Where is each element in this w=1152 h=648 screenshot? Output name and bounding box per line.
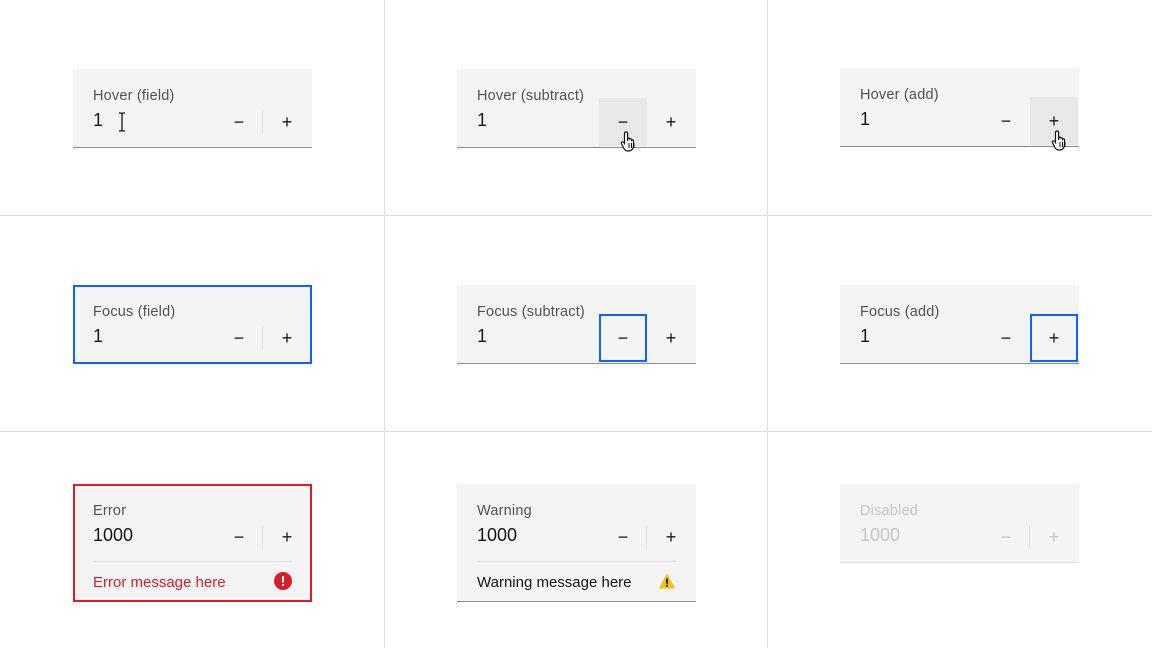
number-input-hover-subtract[interactable]: Hover (subtract) 1 − + xyxy=(457,69,696,152)
increment-button[interactable]: + xyxy=(647,314,695,362)
increment-button: + xyxy=(1030,513,1078,561)
number-value[interactable]: 1 xyxy=(477,326,487,347)
minus-icon: − xyxy=(233,327,245,348)
message-divider xyxy=(477,561,676,562)
number-value[interactable]: 1 xyxy=(93,326,103,347)
plus-icon: + xyxy=(281,111,293,132)
increment-button[interactable]: + xyxy=(263,98,311,146)
plus-icon: + xyxy=(281,327,293,348)
grid-divider-horizontal xyxy=(0,431,1152,432)
error-filled-icon xyxy=(274,572,292,590)
grid-divider-vertical xyxy=(384,0,385,648)
number-value[interactable]: 1000 xyxy=(93,525,133,546)
number-input-hover-field[interactable]: Hover (field) 1 − + xyxy=(73,69,312,148)
decrement-button[interactable]: − xyxy=(215,314,263,362)
minus-icon: − xyxy=(233,526,245,547)
minus-icon: − xyxy=(1000,526,1012,547)
number-input-disabled: Disabled 1000 − + xyxy=(840,484,1079,563)
number-input-focus-add[interactable]: Focus (add) 1 − + xyxy=(840,285,1079,364)
number-value[interactable]: 1000 xyxy=(477,525,517,546)
decrement-button[interactable]: − xyxy=(599,314,647,362)
plus-icon: + xyxy=(281,526,293,547)
field-label: Focus (field) xyxy=(93,304,176,320)
field-label: Error xyxy=(93,503,127,519)
increment-button[interactable]: + xyxy=(647,513,695,561)
field-label: Focus (subtract) xyxy=(477,304,585,320)
field-label: Hover (subtract) xyxy=(477,88,585,104)
number-value: 1000 xyxy=(860,525,901,545)
i-beam-cursor-icon xyxy=(118,112,126,137)
increment-button[interactable]: + xyxy=(647,98,695,146)
number-input-hover-add[interactable]: Hover (add) 1 − + xyxy=(840,68,1079,151)
decrement-button: − xyxy=(982,513,1030,561)
minus-icon: − xyxy=(617,526,629,547)
plus-icon: + xyxy=(1048,526,1060,547)
grid-divider-vertical xyxy=(767,0,768,648)
minus-icon: − xyxy=(1000,327,1012,348)
field-label: Focus (add) xyxy=(860,304,940,320)
field-label: Disabled xyxy=(860,503,919,519)
number-input-focus-field[interactable]: Focus (field) 1 − + xyxy=(73,285,312,364)
number-value[interactable]: 1 xyxy=(93,110,103,131)
field-label: Warning xyxy=(477,503,532,519)
increment-button[interactable]: + xyxy=(263,314,311,362)
minus-icon: − xyxy=(617,327,629,348)
plus-icon: + xyxy=(665,327,677,348)
number-value[interactable]: 1 xyxy=(477,110,487,131)
plus-icon: + xyxy=(665,526,677,547)
plus-icon: + xyxy=(665,111,677,132)
increment-button[interactable]: + xyxy=(1030,314,1078,362)
decrement-button[interactable]: − xyxy=(599,513,647,561)
field-label: Hover (add) xyxy=(860,87,939,103)
decrement-button[interactable]: − xyxy=(982,97,1030,145)
decrement-button[interactable]: − xyxy=(215,513,263,561)
increment-button[interactable]: + xyxy=(263,513,311,561)
field-label: Hover (field) xyxy=(93,88,175,104)
grid-divider-horizontal xyxy=(0,215,1152,216)
number-input-error[interactable]: Error 1000 − + Error message here xyxy=(73,484,312,602)
message-divider xyxy=(93,561,292,562)
error-message: Error message here xyxy=(93,574,226,591)
minus-icon: − xyxy=(1000,110,1012,131)
hand-pointer-cursor-icon xyxy=(620,131,635,152)
number-value[interactable]: 1 xyxy=(860,109,870,130)
warning-filled-icon xyxy=(658,573,676,589)
plus-icon: + xyxy=(1048,327,1060,348)
decrement-button[interactable]: − xyxy=(215,98,263,146)
number-value[interactable]: 1 xyxy=(860,326,870,347)
number-input-focus-subtract[interactable]: Focus (subtract) 1 − + xyxy=(457,285,696,364)
number-input-warning[interactable]: Warning 1000 − + Warning message here xyxy=(457,484,696,602)
warning-message: Warning message here xyxy=(477,574,632,591)
minus-icon: − xyxy=(233,111,245,132)
hand-pointer-cursor-icon xyxy=(1051,130,1066,151)
decrement-button[interactable]: − xyxy=(982,314,1030,362)
